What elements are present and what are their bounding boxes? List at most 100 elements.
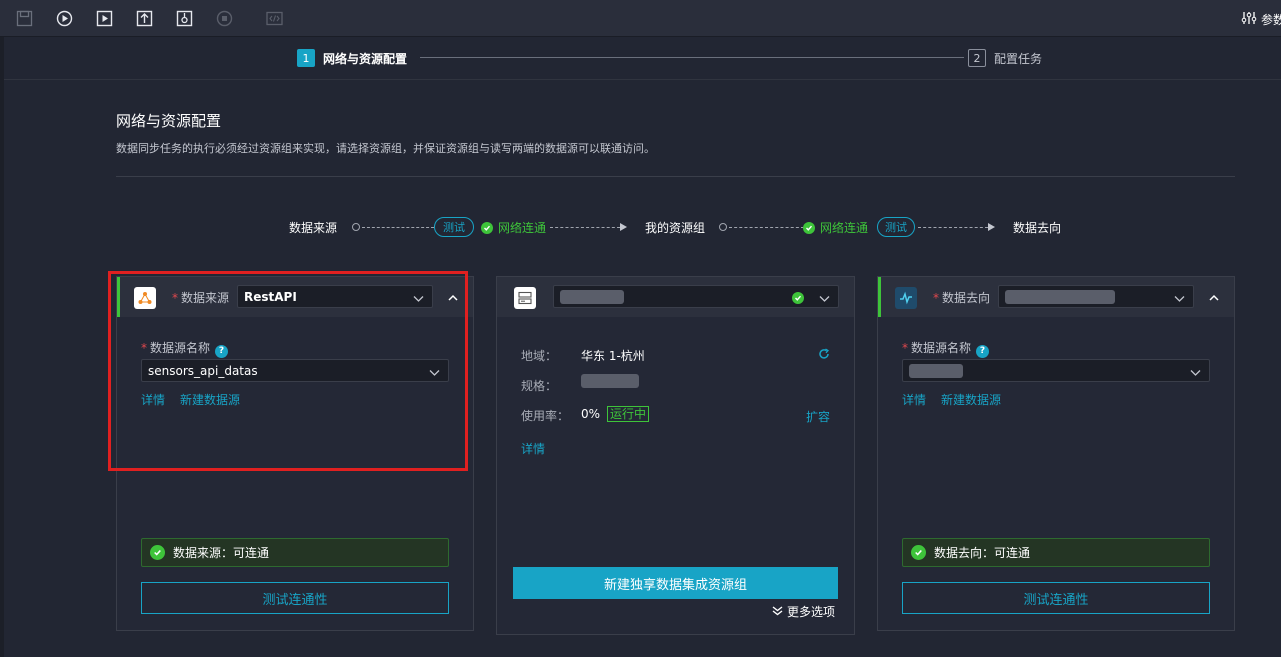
left-edge — [0, 37, 4, 657]
resource-card-header — [497, 277, 854, 317]
source-card-header: * 数据来源 RestAPI — [117, 277, 473, 317]
resource-detail-link[interactable]: 详情 — [521, 440, 545, 457]
step-label: 网络与资源配置 — [323, 51, 408, 66]
chevron-down-icon — [1174, 292, 1185, 306]
code-icon[interactable] — [266, 10, 283, 27]
more-options-label: 更多选项 — [787, 605, 836, 619]
chevron-up-icon[interactable] — [448, 291, 458, 305]
run-advanced-icon[interactable] — [96, 10, 113, 27]
step-number: 2 — [968, 49, 986, 67]
save-icon[interactable] — [16, 10, 33, 27]
source-name-value: sensors_api_datas — [148, 363, 258, 378]
target-detail-link[interactable]: 详情 — [902, 391, 926, 408]
source-type-value: RestAPI — [244, 289, 297, 304]
submit-icon[interactable] — [136, 10, 153, 27]
chevron-down-icon — [429, 366, 440, 380]
source-new-datasource-link[interactable]: 新建数据源 — [180, 391, 240, 408]
divider — [116, 176, 1235, 177]
stop-icon[interactable] — [216, 10, 233, 27]
source-name-label: * 数据源名称? — [141, 339, 229, 358]
section-title: 网络与资源配置 — [116, 112, 222, 130]
section-description: 数据同步任务的执行必须经过资源组来实现，请选择资源组，并保证资源组与读写两端的数… — [116, 142, 655, 155]
source-card: * 数据来源 RestAPI * 数据源名称? sensors_api_datas … — [116, 276, 474, 631]
source-test-connectivity-button[interactable]: 测试连通性 — [141, 582, 449, 614]
spec-label: 规格： — [521, 379, 558, 393]
params-label: 参数 — [1261, 13, 1281, 27]
source-name-select[interactable]: sensors_api_datas — [141, 359, 449, 382]
target-type-label: * 数据去向 — [933, 291, 991, 305]
sliders-icon — [1241, 10, 1257, 29]
help-icon[interactable]: ? — [215, 344, 229, 358]
target-status-text: 数据去向：可连通 — [934, 546, 1031, 560]
check-circle-icon — [792, 291, 804, 305]
target-type-select[interactable] — [998, 285, 1194, 308]
stepper: 1 网络与资源配置 2 配置任务 — [4, 37, 1281, 80]
help-icon[interactable]: ? — [976, 344, 990, 358]
refresh-icon[interactable] — [818, 348, 830, 363]
target-card-header: * 数据去向 — [878, 277, 1234, 317]
datahub-icon — [895, 287, 917, 309]
target-test-connectivity-button[interactable]: 测试连通性 — [902, 582, 1210, 614]
test-right-button[interactable]: 测试 — [877, 217, 915, 237]
check-circle-icon — [911, 545, 926, 560]
flow-dash — [729, 227, 804, 228]
redacted-value — [909, 363, 963, 378]
resource-card: 地域： 华东 1-杭州 规格： 使用率： 0% 运行中 扩容 详情 新建独享数据… — [496, 276, 855, 635]
spec-redacted — [581, 374, 639, 388]
toolbar: 参数 — [0, 0, 1281, 37]
flow-node-circle — [719, 223, 727, 231]
chevron-up-icon[interactable] — [1209, 291, 1219, 305]
flow-network-left: 网络连通 — [481, 219, 546, 236]
usage-label: 使用率： — [521, 409, 570, 423]
step-number: 1 — [297, 49, 315, 67]
flow-node-circle — [352, 223, 360, 231]
test-left-button[interactable]: 测试 — [434, 217, 474, 237]
flow-network-right-label: 网络连通 — [820, 221, 869, 235]
step-network-resources[interactable]: 1 网络与资源配置 — [297, 49, 407, 67]
step-label: 配置任务 — [994, 51, 1043, 66]
flow-arrow-icon — [620, 223, 627, 231]
flow-resource-label: 我的资源组 — [645, 221, 706, 235]
restapi-icon — [134, 287, 156, 309]
target-new-datasource-link[interactable]: 新建数据源 — [941, 391, 1001, 408]
region-label: 地域： — [521, 349, 558, 363]
chevron-down-icon — [413, 292, 424, 306]
running-badge: 运行中 — [607, 406, 650, 422]
flow-source-label: 数据来源 — [289, 221, 338, 235]
target-card: * 数据去向 * 数据源名称? 详情 新建数据源 数据去向：可连通 测试连通性 — [877, 276, 1235, 631]
target-name-label: * 数据源名称? — [902, 339, 990, 358]
more-options-toggle[interactable]: 更多选项 — [772, 603, 835, 620]
flow-dash — [550, 227, 620, 228]
source-type-label: * 数据来源 — [172, 291, 230, 305]
redacted-value — [1005, 289, 1115, 304]
region-value: 华东 1-杭州 — [581, 349, 645, 363]
run-icon[interactable] — [56, 10, 73, 27]
resource-group-select[interactable] — [553, 285, 839, 308]
chevron-down-icon — [1190, 366, 1201, 380]
connection-flow: 数据来源 测试 网络连通 我的资源组 网络连通 测试 数据去向 — [0, 216, 1281, 238]
target-name-select[interactable] — [902, 359, 1210, 382]
new-resource-group-button[interactable]: 新建独享数据集成资源组 — [513, 567, 838, 599]
params-button[interactable]: 参数 — [1241, 10, 1281, 29]
flow-target-label: 数据去向 — [1013, 221, 1062, 235]
check-circle-icon — [803, 221, 815, 234]
stepper-line — [420, 57, 964, 58]
usage-value: 0% — [581, 407, 601, 421]
status-bar — [878, 277, 881, 317]
flow-dash — [362, 227, 434, 228]
source-detail-link[interactable]: 详情 — [141, 391, 165, 408]
source-status: 数据来源：可连通 — [141, 538, 449, 567]
flow-dash — [918, 227, 988, 228]
step-config-task[interactable]: 2 配置任务 — [968, 49, 1042, 67]
double-chevron-down-icon — [772, 605, 783, 619]
status-bar — [117, 277, 120, 317]
server-icon — [514, 287, 536, 309]
expand-link[interactable]: 扩容 — [806, 408, 830, 425]
source-type-select[interactable]: RestAPI — [237, 285, 433, 308]
redacted-value — [560, 289, 624, 304]
check-circle-icon — [150, 545, 165, 560]
publish-icon[interactable] — [176, 10, 193, 27]
flow-network-right: 网络连通 — [803, 219, 868, 236]
target-status: 数据去向：可连通 — [902, 538, 1210, 567]
flow-arrow-icon — [988, 223, 995, 231]
